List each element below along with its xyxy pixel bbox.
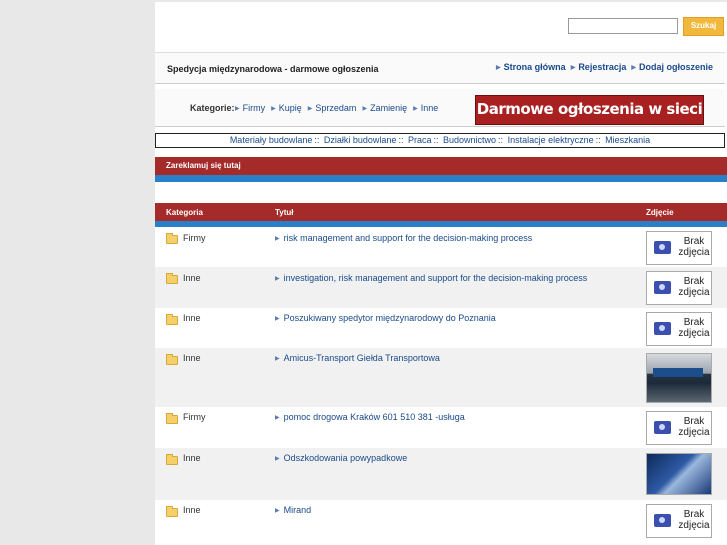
related-link[interactable]: Materiały budowlane <box>230 135 313 145</box>
categories-label: Kategorie: <box>190 103 235 113</box>
nav-register-link[interactable]: ▶ Rejestracja <box>571 62 627 72</box>
promo-banner[interactable]: Darmowe ogłoszenia w sieci !! <box>475 95 704 145</box>
no-photo-label: Brak zdjęcia <box>678 276 710 298</box>
row-category: Inne <box>183 505 201 515</box>
separator: :: <box>595 135 601 145</box>
separator: :: <box>398 135 404 145</box>
top-bar: Szukaj <box>155 0 727 52</box>
camera-icon <box>654 322 671 335</box>
row-title-link[interactable]: ▶ pomoc drogowa Kraków 601 510 381 -usług… <box>275 412 465 422</box>
camera-icon <box>654 421 671 434</box>
no-photo-thumbnail[interactable]: Brak zdjęcia <box>646 271 712 305</box>
arrow-right-icon: ▶ <box>275 415 280 421</box>
header-photo: Zdjęcie <box>646 208 674 217</box>
no-photo-label: Brak zdjęcia <box>678 236 710 258</box>
site-title: Spedycja międzynarodowa - darmowe ogłosz… <box>167 64 379 74</box>
related-link[interactable]: Działki budowlane <box>324 135 397 145</box>
category-bar: Kategorie: ▶ Firmy ▶ Kupię ▶ Sprzedam ▶ Zami… <box>155 89 725 145</box>
category-link-firmy[interactable]: ▶ Firmy <box>235 103 265 113</box>
arrow-right-icon: ▶ <box>275 356 280 362</box>
folder-icon <box>166 454 178 465</box>
arrow-right-icon: ▶ <box>570 65 576 71</box>
table-row: Inne ▶ investigation, risk management and… <box>155 267 727 308</box>
separator: :: <box>314 135 320 145</box>
no-photo-thumbnail[interactable]: Brak zdjęcia <box>646 312 712 346</box>
arrow-right-icon: ▶ <box>307 106 313 112</box>
table-row: Firmy ▶ risk management and support for t… <box>155 227 727 267</box>
row-category: Firmy <box>183 412 206 422</box>
arrow-right-icon: ▶ <box>631 65 636 71</box>
nav-home-link[interactable]: ▶ Strona główna <box>496 62 566 72</box>
row-title-link[interactable]: ▶ risk management and support for the dec… <box>275 233 532 243</box>
arrow-right-icon: ▶ <box>275 508 280 514</box>
folder-icon <box>166 273 178 284</box>
page: Szukaj Spedycja międzynarodowa - darmowe… <box>155 0 727 545</box>
separator: :: <box>433 135 439 145</box>
folder-icon <box>166 354 178 365</box>
category-link-kupie[interactable]: ▶ Kupię <box>271 103 302 113</box>
category-link-inne[interactable]: ▶ Inne <box>413 103 438 113</box>
folder-icon <box>166 314 178 325</box>
row-title-link[interactable]: ▶ Amicus-Transport Giełda Transportowa <box>275 353 440 363</box>
search-button[interactable]: Szukaj <box>683 17 724 36</box>
arrow-right-icon: ▶ <box>235 106 240 112</box>
no-photo-thumbnail[interactable]: Brak zdjęcia <box>646 411 712 445</box>
divider-bar <box>155 175 727 182</box>
arrow-right-icon: ▶ <box>275 456 280 462</box>
related-links-strip: Materiały budowlane:: Działki budowlane:… <box>155 133 725 148</box>
no-photo-label: Brak zdjęcia <box>678 509 710 531</box>
listing-photo[interactable] <box>646 353 712 403</box>
related-link[interactable]: Instalacje elektryczne <box>508 135 594 145</box>
related-link[interactable]: Praca <box>408 135 432 145</box>
row-category: Inne <box>183 273 201 283</box>
arrow-right-icon: ▶ <box>362 106 368 112</box>
table-header: Kategoria Tytuł Zdjęcie <box>155 203 727 221</box>
no-photo-thumbnail[interactable]: Brak zdjęcia <box>646 504 712 538</box>
row-category: Inne <box>183 313 201 323</box>
row-category: Inne <box>183 453 201 463</box>
no-photo-thumbnail[interactable]: Brak zdjęcia <box>646 231 712 265</box>
row-category: Firmy <box>183 233 206 243</box>
camera-icon <box>654 514 671 527</box>
row-title-link[interactable]: ▶ investigation, risk management and supp… <box>275 273 587 283</box>
no-photo-label: Brak zdjęcia <box>678 317 710 339</box>
category-link-zamienie[interactable]: ▶ Zamienię <box>362 103 407 113</box>
table-row: Inne ▶ Mirand Brak zdjęcia <box>155 500 727 545</box>
arrow-right-icon: ▶ <box>275 316 280 322</box>
camera-icon <box>654 241 671 254</box>
separator: :: <box>498 135 504 145</box>
header-category: Kategoria <box>166 208 203 217</box>
table-row: Inne ▶ Odszkodowania powypadkowe <box>155 448 727 500</box>
folder-icon <box>166 506 178 517</box>
camera-icon <box>654 281 671 294</box>
header-bar: Spedycja międzynarodowa - darmowe ogłosz… <box>155 52 725 84</box>
category-links: ▶ Firmy ▶ Kupię ▶ Sprzedam ▶ Zamienię ▶ Inne <box>235 103 438 113</box>
header-title: Tytuł <box>275 208 294 217</box>
arrow-right-icon: ▶ <box>496 65 501 71</box>
top-nav: ▶ Strona główna ▶ Rejestracja ▶ Dodaj ogłos… <box>496 62 713 72</box>
arrow-right-icon: ▶ <box>413 106 418 112</box>
row-category: Inne <box>183 353 201 363</box>
arrow-right-icon: ▶ <box>275 236 280 242</box>
left-margin <box>0 0 155 545</box>
table-row: Inne ▶ Amicus-Transport Giełda Transporto… <box>155 348 727 407</box>
listing-photo[interactable] <box>646 453 712 495</box>
related-link[interactable]: Mieszkania <box>605 135 650 145</box>
folder-icon <box>166 233 178 244</box>
search-input[interactable] <box>568 18 678 34</box>
category-link-sprzedam[interactable]: ▶ Sprzedam <box>308 103 357 113</box>
advertise-link[interactable]: Zareklamuj się tutaj <box>166 161 241 170</box>
no-photo-label: Brak zdjęcia <box>678 416 710 438</box>
row-title-link[interactable]: ▶ Mirand <box>275 505 311 515</box>
row-title-link[interactable]: ▶ Poszukiwany spedytor międzynarodowy do … <box>275 313 496 323</box>
related-link[interactable]: Budownictwo <box>443 135 496 145</box>
row-title-link[interactable]: ▶ Odszkodowania powypadkowe <box>275 453 407 463</box>
table-row: Firmy ▶ pomoc drogowa Kraków 601 510 381 … <box>155 407 727 448</box>
arrow-right-icon: ▶ <box>275 276 280 282</box>
ad-bar: Zareklamuj się tutaj <box>155 157 727 175</box>
folder-icon <box>166 413 178 424</box>
arrow-right-icon: ▶ <box>271 106 276 112</box>
nav-add-ad-link[interactable]: ▶ Dodaj ogłoszenie <box>631 62 713 72</box>
table-row: Inne ▶ Poszukiwany spedytor międzynarodow… <box>155 308 727 348</box>
